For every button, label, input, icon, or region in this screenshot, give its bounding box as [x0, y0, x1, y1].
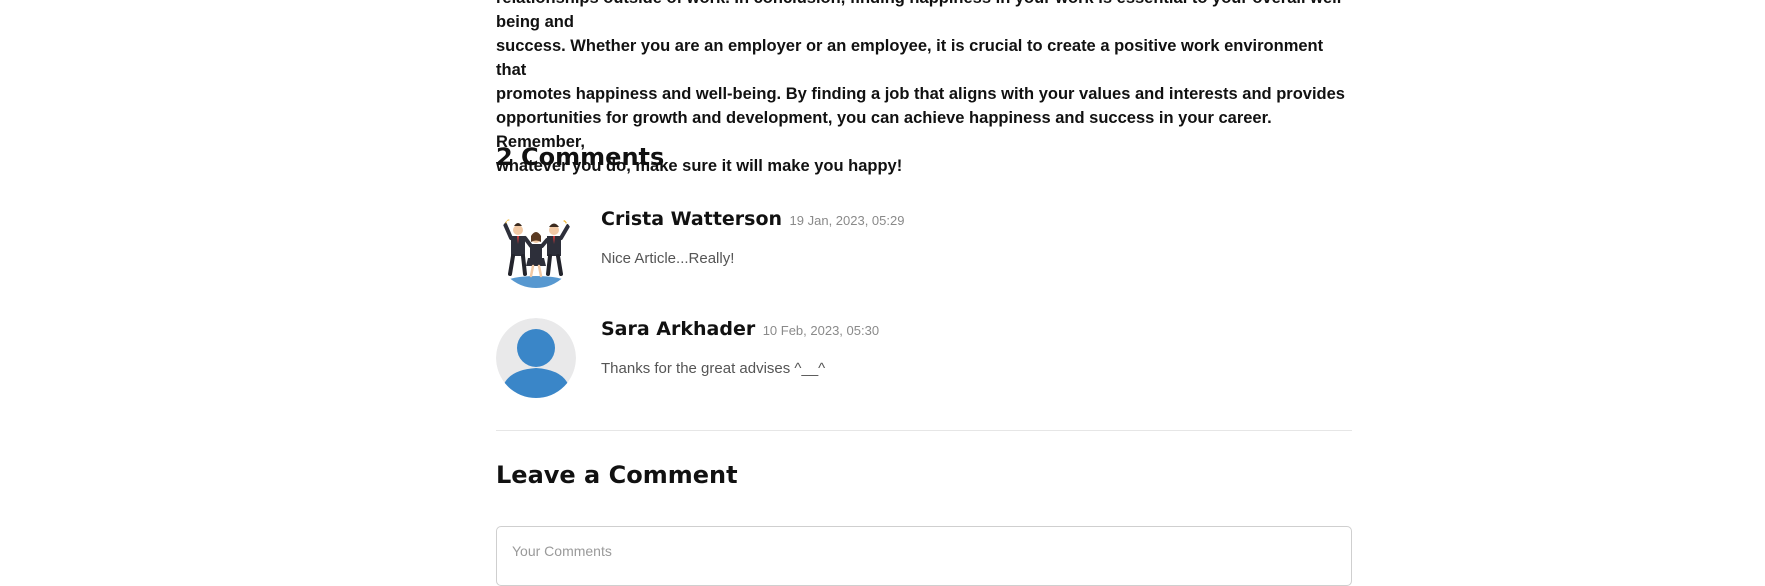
section-divider: [496, 430, 1352, 431]
comment-text: Thanks for the great advises ^__^: [601, 360, 826, 377]
cheering-business-team-icon: [496, 208, 576, 288]
comment-item: Crista Watterson 19 Jan, 2023, 05:29 Nic…: [496, 208, 1352, 288]
comment-item: Sara Arkhader 10 Feb, 2023, 05:30 Thanks…: [496, 318, 1352, 398]
commenter-avatar: [496, 208, 576, 288]
comment-text: Nice Article...Really!: [601, 250, 735, 267]
comment-meta: Sara Arkhader 10 Feb, 2023, 05:30: [601, 318, 879, 340]
comment-meta: Crista Watterson 19 Jan, 2023, 05:29: [601, 208, 904, 230]
comment-author: Crista Watterson: [601, 208, 783, 230]
comment-author: Sara Arkhader: [601, 318, 756, 340]
comment-date: 10 Feb, 2023, 05:30: [762, 323, 880, 338]
leave-comment-heading: Leave a Comment: [496, 461, 738, 489]
comment-textarea[interactable]: [496, 526, 1352, 586]
comment-date: 19 Jan, 2023, 05:29: [789, 213, 905, 228]
comments-heading: 2 Comments: [496, 143, 665, 171]
default-user-icon: [496, 318, 576, 398]
commenter-avatar: [496, 318, 576, 398]
